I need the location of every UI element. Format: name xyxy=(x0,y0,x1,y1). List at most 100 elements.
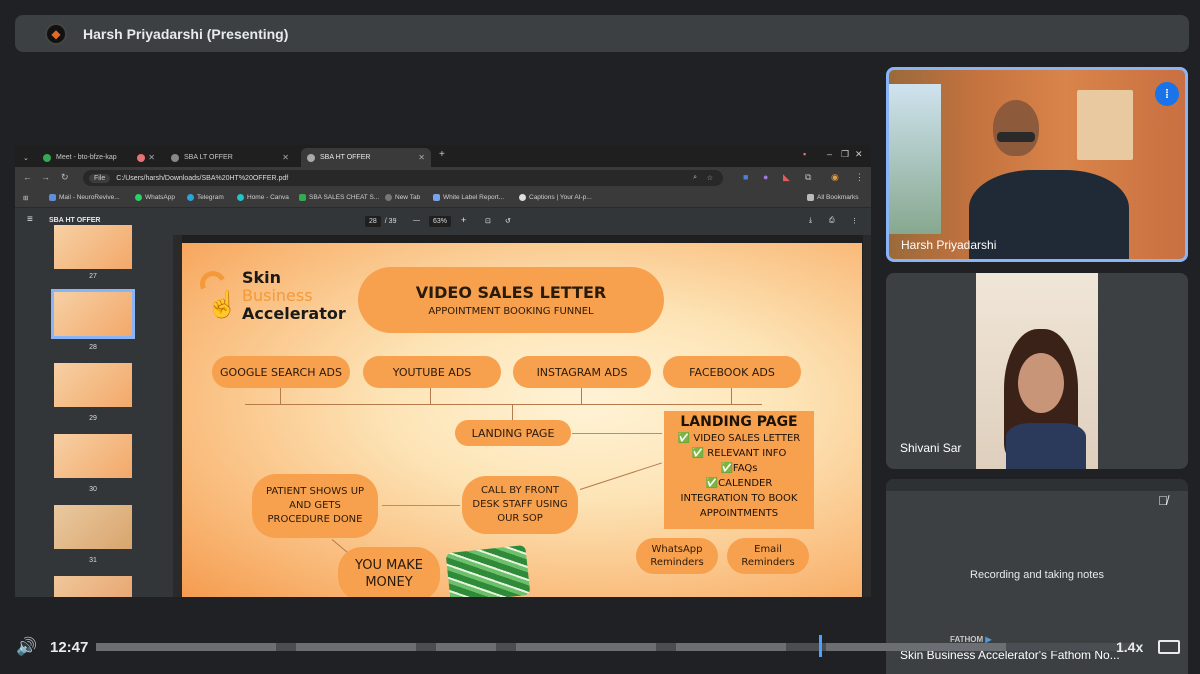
tab-sba-lt-offer[interactable]: SBA LT OFFER ✕ xyxy=(165,148,295,167)
presenter-avatar: ◆ xyxy=(45,22,67,45)
fit-page-icon[interactable]: ⊡ xyxy=(485,217,491,225)
thumbnail-page-number: 30 xyxy=(89,486,97,493)
notetaker-status: Recording and taking notes xyxy=(970,569,1104,581)
check-icon: ✅ xyxy=(705,478,719,489)
timeline-segment xyxy=(676,643,786,651)
download-icon[interactable]: ⤓ xyxy=(809,217,812,225)
page-thumbnail[interactable] xyxy=(54,576,132,597)
recording-icon xyxy=(137,153,145,162)
thumbnail-scrollbar[interactable] xyxy=(173,235,182,597)
profile-avatar-icon[interactable]: ◉ xyxy=(831,172,839,183)
zoom-field[interactable]: 63% xyxy=(429,214,452,228)
bookmark-item[interactable]: Mail - NeuroRevive... xyxy=(49,194,120,201)
bookmark-item[interactable]: WhatsApp xyxy=(135,194,175,201)
thumbnail-sidebar: 27 28 29 30 31 xyxy=(15,225,182,597)
minimize-icon[interactable]: – xyxy=(827,149,832,159)
slide-scrollbar[interactable] xyxy=(863,235,871,597)
page-thumbnail[interactable] xyxy=(54,363,132,407)
thumbnail-page-number: 31 xyxy=(89,557,97,564)
close-icon[interactable]: ✕ xyxy=(148,153,155,162)
bookmark-item[interactable]: SBA SALES CHEAT S... xyxy=(299,194,379,201)
close-icon[interactable]: ✕ xyxy=(282,153,289,162)
mic-muted-icon: 🎙̸ xyxy=(1158,493,1168,508)
more-options-icon[interactable]: ⋮ xyxy=(851,217,858,225)
extension-icon[interactable]: ● xyxy=(763,172,768,182)
playhead[interactable] xyxy=(819,635,822,657)
thumbnail-page-number: 27 xyxy=(89,273,97,280)
hamburger-menu-icon[interactable]: ≡ xyxy=(27,214,33,225)
reload-icon[interactable]: ↻ xyxy=(61,172,69,183)
extension-icon[interactable]: ▪ xyxy=(803,149,806,159)
all-bookmarks[interactable]: All Bookmarks xyxy=(807,194,859,201)
person-body xyxy=(1006,423,1086,469)
timeline-segment xyxy=(516,643,656,651)
playback-speed[interactable]: 1.4x xyxy=(1116,639,1143,655)
bookmark-star-icon[interactable]: ☆ xyxy=(707,174,713,182)
url-input[interactable]: File C:/Users/harsh/Downloads/SBA%20HT%2… xyxy=(83,170,723,186)
tile-header xyxy=(886,479,1188,491)
zoom-out-icon[interactable]: — xyxy=(413,217,420,224)
bookmark-item[interactable]: Captions | Your AI-p... xyxy=(519,194,592,201)
bookmark-item[interactable]: New Tab xyxy=(385,194,420,201)
rotate-icon[interactable]: ↺ xyxy=(505,217,511,225)
person-head xyxy=(993,100,1039,156)
extensions-puzzle-icon[interactable]: ⧉ xyxy=(805,172,811,183)
bookmark-item[interactable]: Telegram xyxy=(187,194,224,201)
page-thumbnail[interactable] xyxy=(54,225,132,269)
zoom-in-icon[interactable]: + xyxy=(461,215,466,225)
pdf-slide: ☝ Skin Business Accelerator VIDEO SALES … xyxy=(182,243,862,597)
globe-icon xyxy=(307,153,315,162)
address-bar: ← → ↻ File C:/Users/harsh/Downloads/SBA%… xyxy=(15,167,871,189)
fullscreen-icon[interactable] xyxy=(1158,640,1180,654)
connector-line xyxy=(280,388,281,404)
timeline-scrubber[interactable] xyxy=(96,635,1133,657)
source-facebook-ads: FACEBOOK ADS xyxy=(663,356,801,388)
page-thumbnail[interactable] xyxy=(54,505,132,549)
tab-meet[interactable]: Meet - bto-bfze-kap ✕ xyxy=(37,148,161,167)
extension-icon[interactable]: ◣ xyxy=(783,172,790,183)
timeline-segment xyxy=(296,643,416,651)
arrow-left xyxy=(382,505,460,506)
zoom-icon[interactable]: ⌕ xyxy=(693,174,697,182)
page-thumbnail[interactable] xyxy=(54,434,132,478)
back-icon[interactable]: ← xyxy=(23,172,32,182)
connector-line xyxy=(245,404,762,405)
landing-page-box: LANDING PAGE ✅ VIDEO SALES LETTER ✅ RELE… xyxy=(664,411,814,529)
connector-line xyxy=(512,404,513,420)
thumbnail-page-number: 28 xyxy=(89,344,97,351)
landing-page-pill: LANDING PAGE xyxy=(455,420,571,446)
participant-tile-speaker[interactable]: ⁞ Harsh Priyadarshi xyxy=(886,67,1188,262)
page-number-input[interactable]: 28 xyxy=(365,215,381,227)
check-icon: ✅ xyxy=(720,463,733,474)
forward-icon[interactable]: → xyxy=(41,172,50,182)
money-step-pill: YOU MAKE MONEY xyxy=(338,547,440,597)
browser-tab-strip: ⌄ Meet - bto-bfze-kap ✕ SBA LT OFFER ✕ S… xyxy=(15,145,871,167)
bookmarks-bar: ⊞ Mail - NeuroRevive... WhatsApp Telegra… xyxy=(15,189,871,208)
video-feed xyxy=(976,273,1098,469)
page-thumbnail-selected[interactable] xyxy=(51,289,135,339)
pointer-hand-icon: ☝ xyxy=(206,289,239,319)
participant-tile[interactable]: Shivani Sar xyxy=(886,273,1188,469)
pdf-toolbar: ≡ SBA HT OFFER 28 / 39 — 63% + ⊡ ↺ ⤓ ⎙ ⋮ xyxy=(15,208,871,235)
source-youtube-ads: YOUTUBE ADS xyxy=(363,356,501,388)
file-chip: File xyxy=(89,173,111,183)
source-google-ads: GOOGLE SEARCH ADS xyxy=(212,356,350,388)
close-icon[interactable]: ✕ xyxy=(418,153,425,162)
timeline-segment xyxy=(96,643,276,651)
new-tab-button[interactable]: + xyxy=(439,149,445,160)
window-close-icon[interactable]: ✕ xyxy=(855,149,863,160)
restore-icon[interactable]: ❐ xyxy=(841,149,849,160)
print-icon[interactable]: ⎙ xyxy=(829,217,835,225)
glasses xyxy=(997,132,1035,142)
money-stack-image xyxy=(445,544,531,597)
extension-icon[interactable]: ■ xyxy=(743,172,748,182)
participant-name: Harsh Priyadarshi xyxy=(901,238,997,252)
bookmark-item[interactable]: White Label Report... xyxy=(433,194,504,201)
tab-search-button[interactable]: ⌄ xyxy=(21,148,35,167)
volume-icon[interactable]: 🔊 xyxy=(16,637,37,657)
presenter-title: Harsh Priyadarshi (Presenting) xyxy=(83,25,289,42)
menu-kebab-icon[interactable]: ⋮ xyxy=(855,172,864,183)
tab-sba-ht-offer[interactable]: SBA HT OFFER ✕ xyxy=(301,148,431,167)
apps-grid-icon[interactable]: ⊞ xyxy=(23,194,28,202)
bookmark-item[interactable]: Home - Canva xyxy=(237,194,289,201)
